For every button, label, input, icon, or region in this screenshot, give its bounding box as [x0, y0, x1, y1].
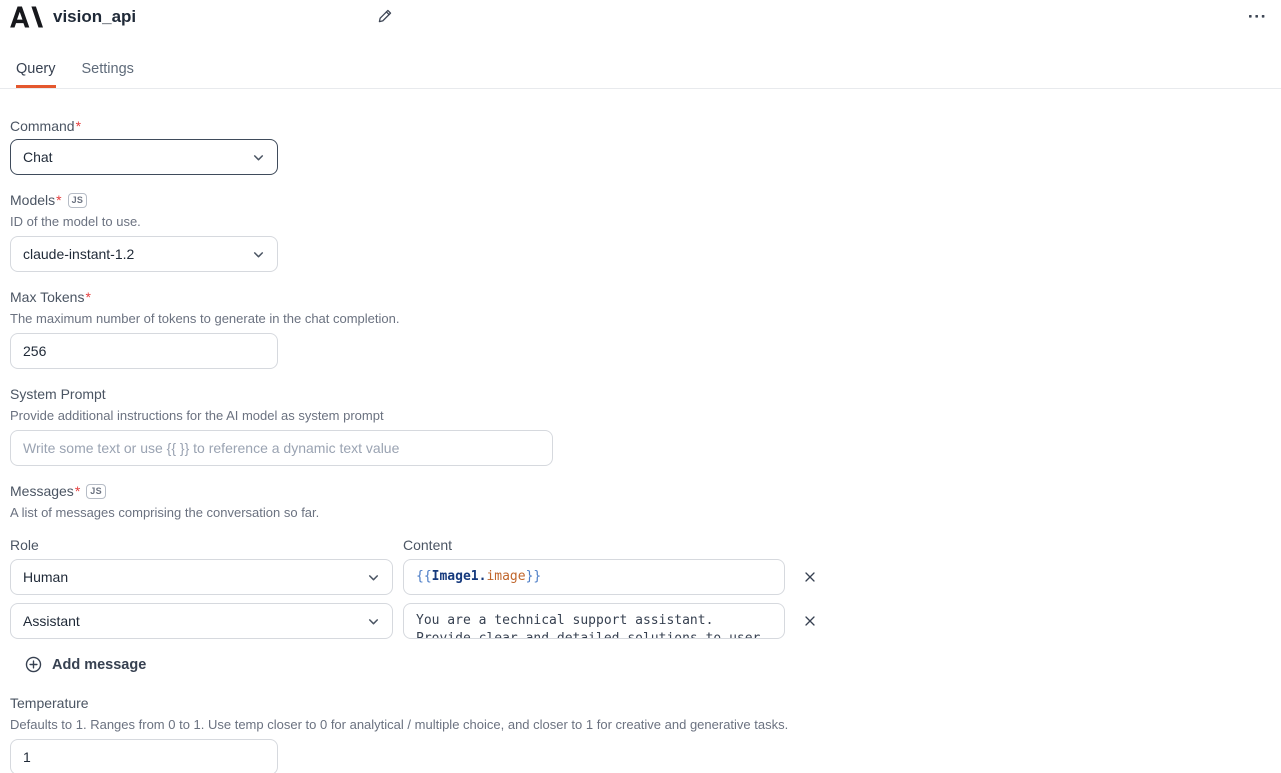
messages-label: Messages* JS: [10, 481, 1265, 501]
tab-bar: Query Settings: [0, 55, 1281, 89]
remove-message-button[interactable]: [795, 559, 825, 595]
chevron-down-icon: [252, 248, 265, 261]
message-role-select[interactable]: Human: [10, 559, 393, 595]
required-marker: *: [85, 287, 90, 307]
add-message-label: Add message: [52, 657, 146, 673]
more-options-button[interactable]: [1247, 7, 1267, 25]
js-toggle-badge[interactable]: JS: [68, 193, 88, 208]
required-marker: *: [75, 481, 80, 501]
models-field: Models* JS ID of the model to use. claud…: [10, 190, 1265, 272]
ellipsis-icon: [1249, 14, 1265, 18]
close-icon: [804, 615, 816, 627]
models-label: Models* JS: [10, 190, 1265, 210]
add-message-button[interactable]: Add message: [25, 656, 146, 673]
close-icon: [804, 571, 816, 583]
max-tokens-label: Max Tokens*: [10, 287, 1265, 307]
content-column-label: Content: [403, 535, 785, 555]
temperature-label: Temperature: [10, 693, 1265, 713]
models-value: claude-instant-1.2: [23, 246, 134, 262]
binding-entity: Image1.: [432, 569, 487, 584]
required-marker: *: [56, 190, 61, 210]
js-toggle-badge[interactable]: JS: [86, 484, 106, 499]
role-column-label: Role: [10, 535, 393, 555]
binding-open: {{: [416, 569, 432, 584]
command-select[interactable]: Chat: [10, 139, 278, 175]
messages-column-headers: Role Content: [10, 535, 1265, 555]
remove-message-button[interactable]: [795, 603, 825, 639]
chevron-down-icon: [367, 571, 380, 584]
command-label: Command*: [10, 116, 1265, 136]
models-select[interactable]: claude-instant-1.2: [10, 236, 278, 272]
temperature-input[interactable]: [10, 739, 278, 773]
max-tokens-input[interactable]: [10, 333, 278, 369]
role-value: Human: [23, 569, 68, 585]
add-circle-icon: [25, 656, 42, 673]
message-role-select[interactable]: Assistant: [10, 603, 393, 639]
message-content-input[interactable]: You are a technical support assistant. P…: [403, 603, 785, 639]
messages-help-text: A list of messages comprising the conver…: [10, 504, 1265, 521]
role-value: Assistant: [23, 613, 80, 629]
required-marker: *: [76, 116, 81, 136]
system-prompt-label: System Prompt: [10, 384, 1265, 404]
system-prompt-input[interactable]: [10, 430, 553, 466]
messages-field: Messages* JS A list of messages comprisi…: [10, 481, 1265, 673]
anthropic-logo-icon: [10, 5, 43, 29]
messages-rows: Human {{Image1.image}} Assistant You are…: [10, 559, 1265, 639]
command-field: Command* Chat: [10, 116, 1265, 175]
temperature-help-text: Defaults to 1. Ranges from 0 to 1. Use t…: [10, 716, 1265, 733]
models-help-text: ID of the model to use.: [10, 213, 1265, 230]
binding-property: image: [486, 569, 525, 584]
page-title: vision_api: [53, 7, 136, 27]
tab-query[interactable]: Query: [16, 55, 56, 88]
command-value: Chat: [23, 149, 53, 165]
max-tokens-help-text: The maximum number of tokens to generate…: [10, 310, 1265, 327]
binding-close: }}: [526, 569, 542, 584]
query-form: Command* Chat Models* JS ID of the model…: [0, 89, 1281, 773]
tab-settings[interactable]: Settings: [82, 55, 134, 88]
max-tokens-field: Max Tokens* The maximum number of tokens…: [10, 287, 1265, 369]
pencil-icon: [377, 8, 393, 24]
chevron-down-icon: [252, 151, 265, 164]
message-content-input[interactable]: {{Image1.image}}: [403, 559, 785, 595]
edit-title-button[interactable]: [374, 5, 396, 27]
system-prompt-field: System Prompt Provide additional instruc…: [10, 384, 1265, 466]
temperature-field: Temperature Defaults to 1. Ranges from 0…: [10, 693, 1265, 773]
system-prompt-help-text: Provide additional instructions for the …: [10, 407, 1265, 424]
chevron-down-icon: [367, 615, 380, 628]
header: vision_api: [0, 2, 1281, 32]
